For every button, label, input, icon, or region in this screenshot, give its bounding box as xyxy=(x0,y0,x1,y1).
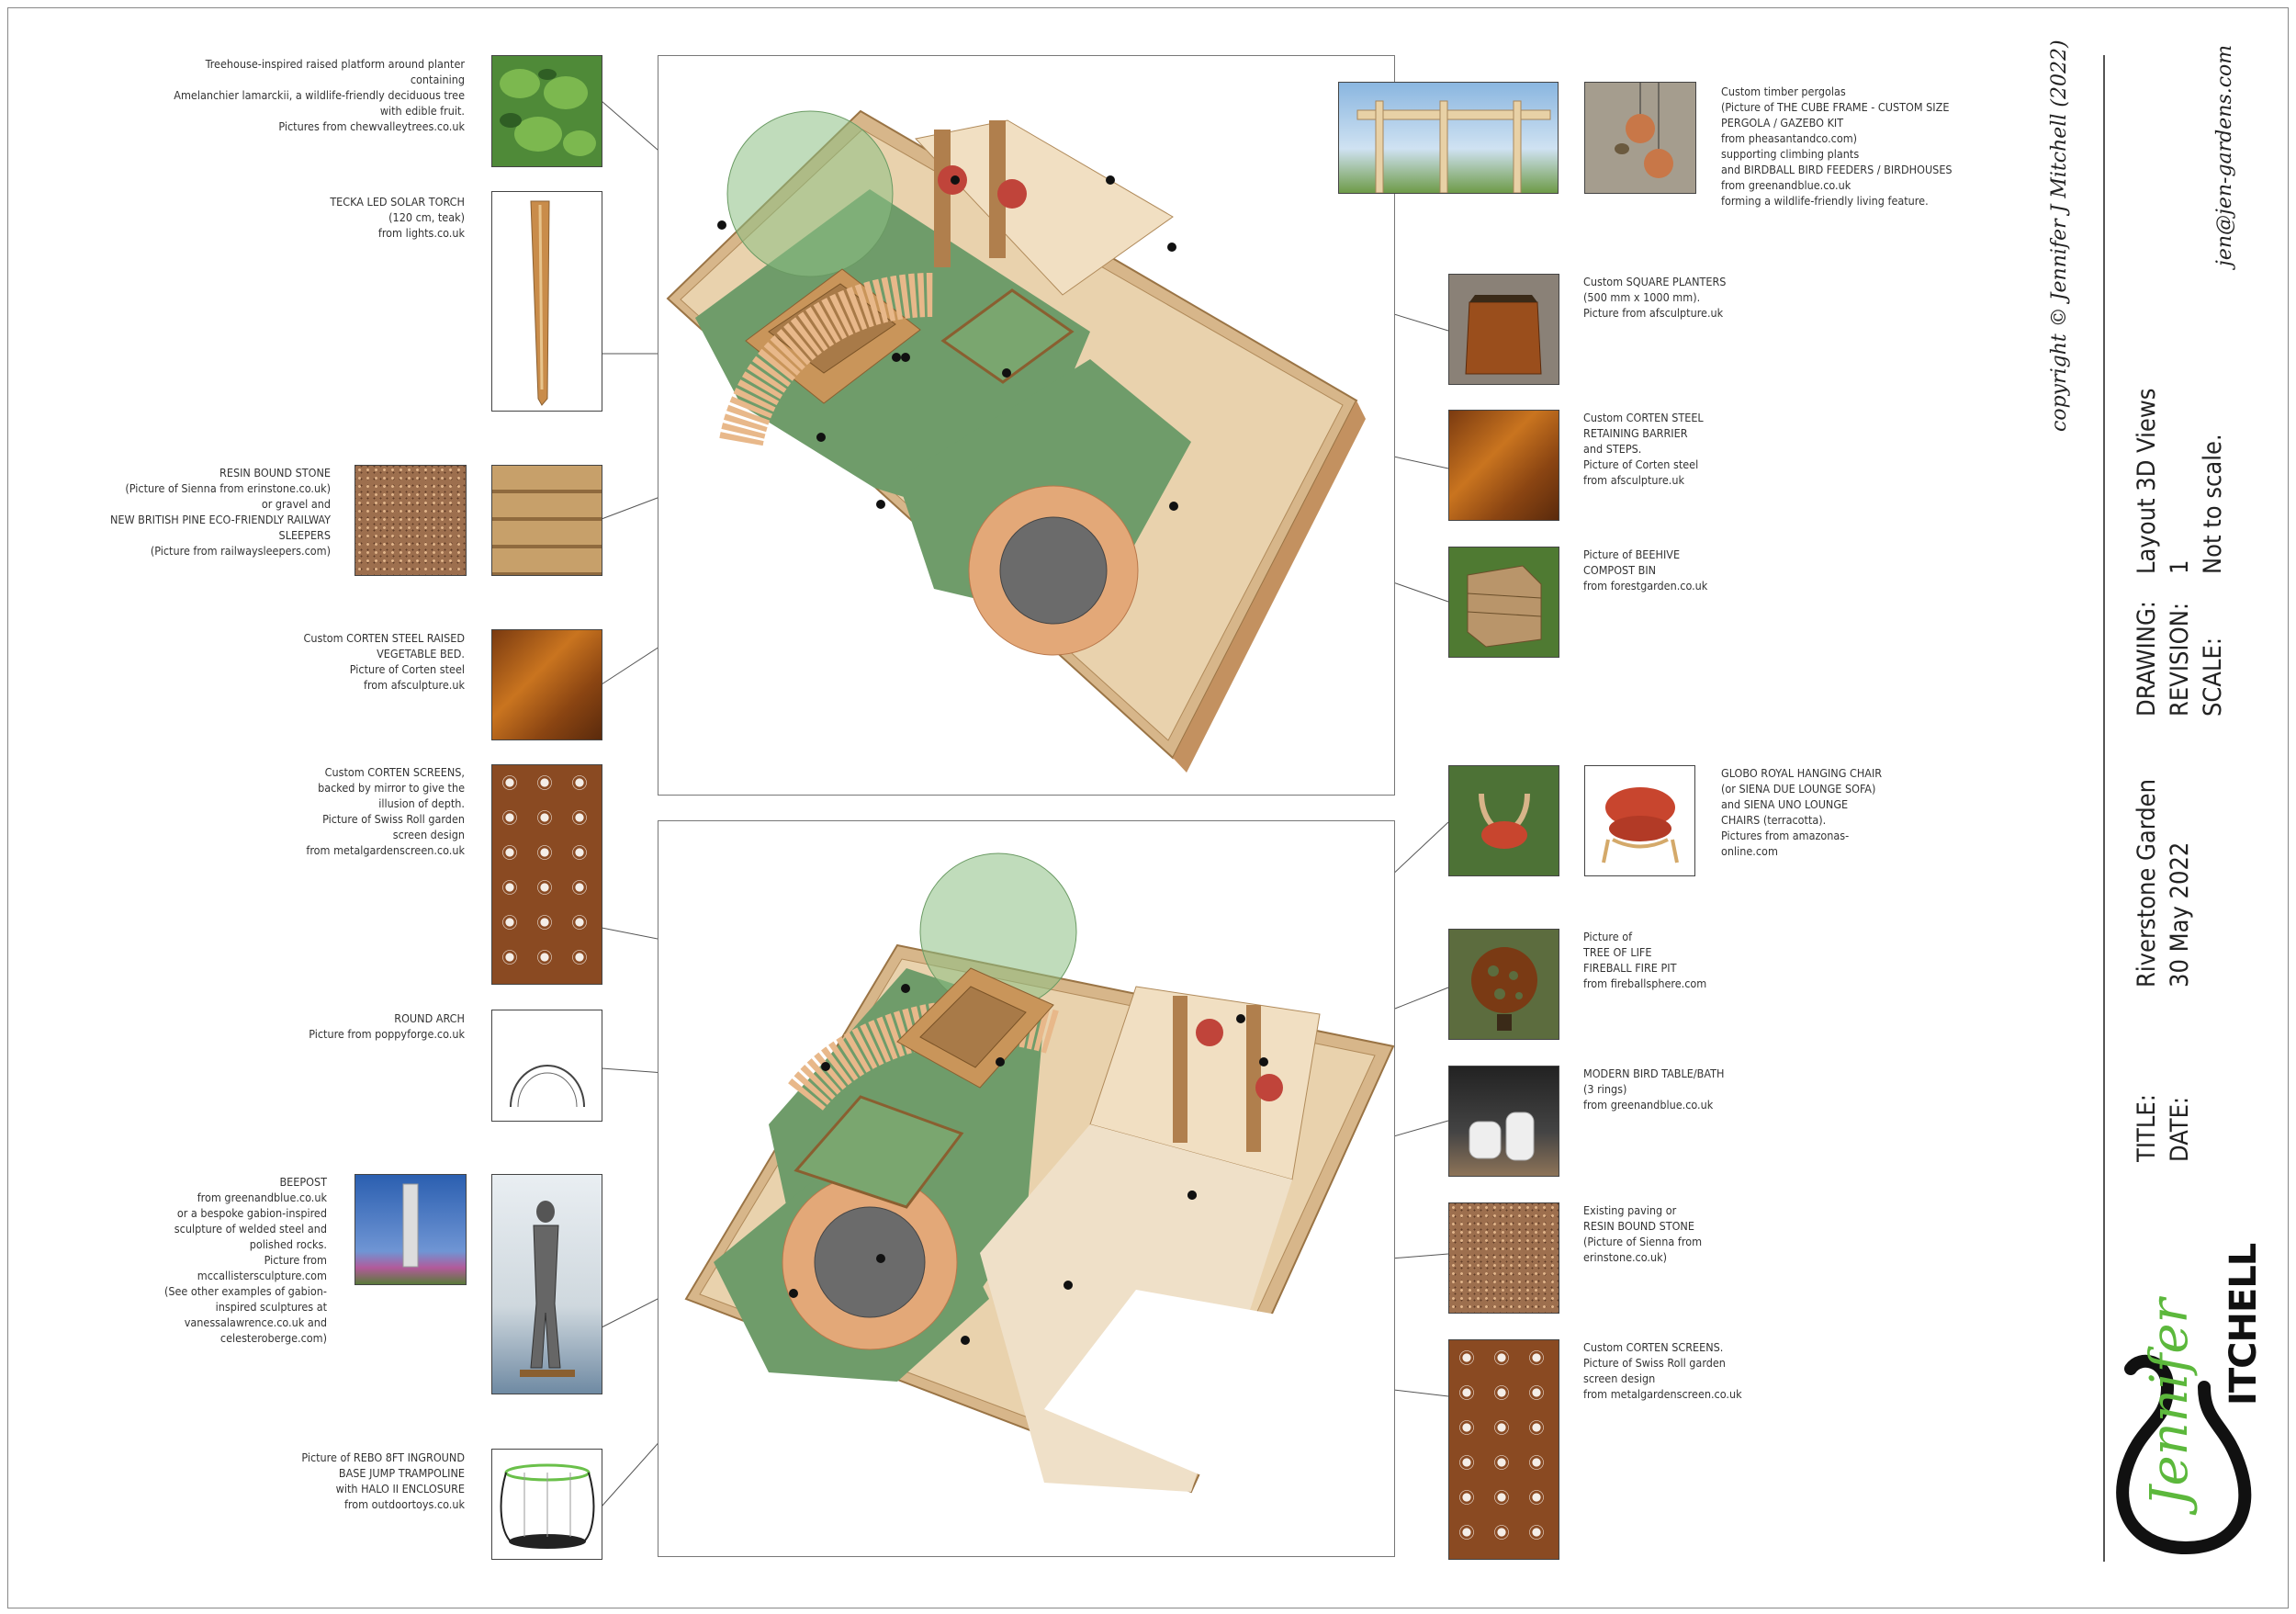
corten-steel-thumbnail-right xyxy=(1448,410,1559,521)
swiss-roll-screen-thumbnail-right xyxy=(1448,1339,1559,1560)
note-round-arch: ROUND ARCH Picture from poppyforge.co.uk xyxy=(309,1011,465,1041)
note-vegetable-bed: Custom CORTEN STEEL RAISED VEGETABLE BED… xyxy=(303,631,465,692)
tree-foliage-thumbnail xyxy=(491,55,602,167)
corten-steel-thumbnail-left xyxy=(491,629,602,740)
square-planter-thumbnail xyxy=(1448,274,1559,385)
revision-value: 1 xyxy=(2166,559,2194,574)
title-label: TITLE: xyxy=(2133,1094,2161,1162)
date-value: 30 May 2022 xyxy=(2166,841,2194,988)
hanging-chair-thumbnail xyxy=(1448,765,1559,876)
beepost-thumbnail xyxy=(355,1174,467,1285)
logo-caps-text: ITCHELL xyxy=(2223,1243,2265,1405)
jennifer-mitchell-logo: Jennifer ITCHELL xyxy=(2103,1194,2268,1562)
lounge-chair-thumbnail xyxy=(1584,765,1695,876)
note-paving: Existing paving or RESIN BOUND STONE (Pi… xyxy=(1583,1203,1703,1264)
note-square-planters: Custom SQUARE PLANTERS (500 mm x 1000 mm… xyxy=(1583,275,1727,320)
scale-value: Not to scale. xyxy=(2199,434,2227,574)
copyright-text: copyright © Jennifer J Mitchell (2022) xyxy=(2048,40,2071,432)
note-trampoline: Picture of REBO 8FT INGROUND BASE JUMP T… xyxy=(301,1450,465,1511)
note-pergola: Custom timber pergolas (Picture of THE C… xyxy=(1721,85,1953,208)
fireball-firepit-thumbnail xyxy=(1448,929,1559,1040)
scale-label: SCALE: xyxy=(2199,637,2227,717)
note-hanging-chair: GLOBO ROYAL HANGING CHAIR (or SIENA DUE … xyxy=(1721,766,1883,858)
email-text: jen@jen-gardens.com xyxy=(2213,44,2236,266)
logo-script-text: Jennifer xyxy=(2140,1298,2200,1507)
note-resin-stone: RESIN BOUND STONE (Picture of Sienna fro… xyxy=(109,466,331,558)
note-beepost: BEEPOST from greenandblue.co.uk or a bes… xyxy=(163,1175,327,1345)
compost-bin-thumbnail xyxy=(1448,547,1559,658)
date-label: DATE: xyxy=(2166,1096,2194,1162)
bottom-garden-illustration xyxy=(684,852,1395,1494)
resin-stone-thumbnail xyxy=(355,465,467,576)
paving-stone-thumbnail xyxy=(1448,1202,1559,1314)
note-firepit: Picture of TREE OF LIFE FIREBALL FIRE PI… xyxy=(1583,930,1707,990)
note-compost-bin: Picture of BEEHIVE COMPOST BIN from fore… xyxy=(1583,547,1708,593)
note-corten-screens-right: Custom CORTEN SCREENS. Picture of Swiss … xyxy=(1583,1340,1742,1401)
pergola-thumbnail xyxy=(1338,82,1559,194)
swiss-roll-screen-thumbnail-left xyxy=(491,764,602,985)
birdball-feeder-thumbnail xyxy=(1584,82,1696,194)
bird-table-thumbnail xyxy=(1448,1066,1559,1177)
trampoline-thumbnail xyxy=(491,1449,602,1560)
drawing-value: Layout 3D Views xyxy=(2133,388,2161,574)
revision-label: REVISION: xyxy=(2166,602,2194,717)
top-3d-view-panel xyxy=(658,55,1395,796)
bottom-3d-view-panel xyxy=(658,820,1395,1557)
round-arch-thumbnail xyxy=(491,1010,602,1122)
note-corten-screens-left: Custom CORTEN SCREENS, backed by mirror … xyxy=(306,765,465,857)
note-solar-torch: TECKA LED SOLAR TORCH (120 cm, teak) fro… xyxy=(330,195,465,240)
drawing-label: DRAWING: xyxy=(2133,601,2161,717)
solar-torch-thumbnail xyxy=(491,191,602,412)
note-treehouse: Treehouse-inspired raised platform aroun… xyxy=(174,57,465,133)
gabion-sculpture-thumbnail xyxy=(491,1174,602,1394)
note-bird-table: MODERN BIRD TABLE/BATH (3 rings) from gr… xyxy=(1583,1067,1725,1112)
top-garden-illustration xyxy=(666,109,1366,773)
railway-sleepers-thumbnail xyxy=(491,465,602,576)
title-value: Riverstone Garden xyxy=(2133,778,2161,988)
note-retaining-barrier: Custom CORTEN STEEL RETAINING BARRIER an… xyxy=(1583,411,1704,487)
